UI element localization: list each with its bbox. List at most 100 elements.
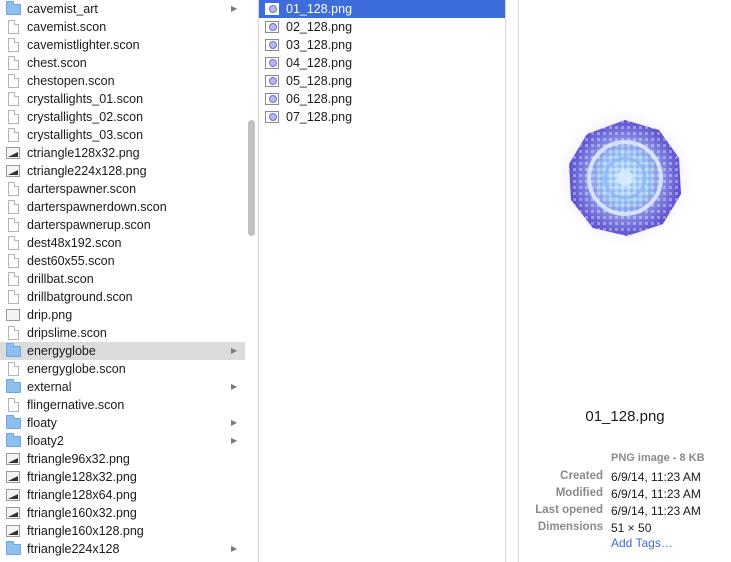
document-icon bbox=[6, 128, 20, 142]
document-icon bbox=[6, 362, 20, 376]
document-icon bbox=[6, 74, 20, 88]
list-item[interactable]: ctriangle128x32.png bbox=[0, 144, 245, 162]
list-item-label: ftriangle160x32.png bbox=[27, 506, 137, 520]
document-icon bbox=[6, 254, 20, 268]
list-item-label: floaty2 bbox=[27, 434, 64, 448]
list-item-label: drillbat.scon bbox=[27, 272, 94, 286]
disclosure-arrow-icon: ▶ bbox=[231, 382, 238, 391]
preview-filename: 01_128.png bbox=[585, 408, 665, 425]
list-item[interactable]: ftriangle128x64.png bbox=[0, 486, 245, 504]
list-item[interactable]: flingernative.scon bbox=[0, 396, 245, 414]
list-item-label: 01_128.png bbox=[286, 2, 353, 16]
list-item[interactable]: darterspawnerup.scon bbox=[0, 216, 245, 234]
image-file-icon bbox=[6, 506, 20, 520]
document-icon bbox=[6, 218, 20, 232]
image-file-icon bbox=[265, 38, 279, 52]
list-item[interactable]: crystallights_02.scon bbox=[0, 108, 245, 126]
list-item[interactable]: ctriangle224x128.png bbox=[0, 162, 245, 180]
list-item[interactable]: drillbat.scon bbox=[0, 270, 245, 288]
list-item[interactable]: energyglobe ▶ bbox=[0, 342, 245, 360]
list-item[interactable]: darterspawner.scon bbox=[0, 180, 245, 198]
preview-pane: 01_128.png PNG image - 8 KB Created 6/9/… bbox=[519, 0, 731, 562]
list-item[interactable]: crystallights_03.scon bbox=[0, 126, 245, 144]
document-icon bbox=[6, 38, 20, 52]
meta-label: Last opened bbox=[535, 504, 603, 516]
list-item[interactable]: ftriangle160x128.png bbox=[0, 522, 245, 540]
scrollbar-thumb[interactable] bbox=[248, 120, 255, 236]
list-item-label: cavemist.scon bbox=[27, 20, 107, 34]
list-item-label: chest.scon bbox=[27, 56, 87, 70]
list-item[interactable]: dripslime.scon bbox=[0, 324, 245, 342]
list-item[interactable]: 03_128.png bbox=[259, 36, 505, 54]
image-file-icon bbox=[6, 488, 20, 502]
document-icon bbox=[6, 110, 20, 124]
image-file-icon bbox=[6, 164, 20, 178]
folder-icon bbox=[6, 433, 21, 448]
list-item[interactable]: ftriangle224x128 ▶ bbox=[0, 540, 245, 558]
document-icon bbox=[6, 20, 20, 34]
list-item[interactable]: external ▶ bbox=[0, 378, 245, 396]
list-item[interactable]: ftriangle96x32.png bbox=[0, 450, 245, 468]
preview-kind: PNG image - 8 KB bbox=[611, 452, 705, 464]
list-item[interactable]: cavemist.scon bbox=[0, 18, 245, 36]
list-item[interactable]: 06_128.png bbox=[259, 90, 505, 108]
list-item[interactable]: ftriangle160x32.png bbox=[0, 504, 245, 522]
image-file-icon bbox=[265, 110, 279, 124]
document-icon bbox=[6, 272, 20, 286]
document-icon bbox=[6, 398, 20, 412]
list-item[interactable]: drillbatground.scon bbox=[0, 288, 245, 306]
document-icon bbox=[6, 92, 20, 106]
meta-value: 51 × 50 bbox=[611, 521, 652, 535]
list-item[interactable]: cavemist_art ▶ bbox=[0, 0, 245, 18]
list-item[interactable]: 02_128.png bbox=[259, 18, 505, 36]
list-item[interactable]: drip.png bbox=[0, 306, 245, 324]
list-item-label: crystallights_02.scon bbox=[27, 110, 144, 124]
column1-scrollbar[interactable] bbox=[245, 0, 258, 562]
list-item[interactable]: energyglobe.scon bbox=[0, 360, 245, 378]
list-item[interactable]: 05_128.png bbox=[259, 72, 505, 90]
column-divider[interactable] bbox=[505, 0, 506, 562]
energyglobe-column: 01_128.png 02_128.png 03_128.png 04_128.png… bbox=[259, 0, 505, 562]
list-item-label: crystallights_01.scon bbox=[27, 92, 144, 106]
meta-label: Created bbox=[560, 470, 603, 482]
list-item[interactable]: crystallights_01.scon bbox=[0, 90, 245, 108]
image-file-icon bbox=[265, 56, 279, 70]
list-item-label: ftriangle128x64.png bbox=[27, 488, 137, 502]
document-icon bbox=[6, 200, 20, 214]
list-item[interactable]: ftriangle128x32.png bbox=[0, 468, 245, 486]
document-icon bbox=[6, 290, 20, 304]
folder-icon bbox=[6, 415, 21, 430]
list-item[interactable]: floaty2 ▶ bbox=[0, 432, 245, 450]
list-item-label: dripslime.scon bbox=[27, 326, 107, 340]
list-item-label: ftriangle96x32.png bbox=[27, 452, 130, 466]
list-item-label: ftriangle224x128 bbox=[27, 542, 120, 556]
list-item[interactable]: 04_128.png bbox=[259, 54, 505, 72]
preview-image bbox=[557, 110, 693, 246]
meta-value: 6/9/14, 11:23 AM bbox=[611, 470, 701, 484]
list-item[interactable]: dest60x55.scon bbox=[0, 252, 245, 270]
meta-value: 6/9/14, 11:23 AM bbox=[611, 504, 701, 518]
image-file-icon bbox=[6, 470, 20, 484]
list-item[interactable]: floaty ▶ bbox=[0, 414, 245, 432]
folder-icon bbox=[6, 1, 21, 16]
meta-label: Dimensions bbox=[537, 521, 603, 533]
list-item-label: floaty bbox=[27, 416, 57, 430]
list-item-label: ctriangle128x32.png bbox=[27, 146, 140, 160]
list-item-label: chestopen.scon bbox=[27, 74, 115, 88]
list-item[interactable]: dest48x192.scon bbox=[0, 234, 245, 252]
list-item[interactable]: darterspawnerdown.scon bbox=[0, 198, 245, 216]
list-item[interactable]: chest.scon bbox=[0, 54, 245, 72]
list-item[interactable]: 01_128.png bbox=[259, 0, 505, 18]
list-item-label: dest60x55.scon bbox=[27, 254, 115, 268]
list-item-label: darterspawnerdown.scon bbox=[27, 200, 167, 214]
list-item-label: ctriangle224x128.png bbox=[27, 164, 147, 178]
list-item[interactable]: chestopen.scon bbox=[0, 72, 245, 90]
list-item-label: energyglobe bbox=[27, 344, 96, 358]
document-icon bbox=[6, 236, 20, 250]
list-item[interactable]: 07_128.png bbox=[259, 108, 505, 126]
list-item-label: drip.png bbox=[27, 308, 73, 322]
list-item-label: cavemistlighter.scon bbox=[27, 38, 140, 52]
list-item[interactable]: cavemistlighter.scon bbox=[0, 36, 245, 54]
image-file-icon bbox=[6, 524, 20, 538]
add-tags-link[interactable]: Add Tags… bbox=[611, 536, 673, 550]
